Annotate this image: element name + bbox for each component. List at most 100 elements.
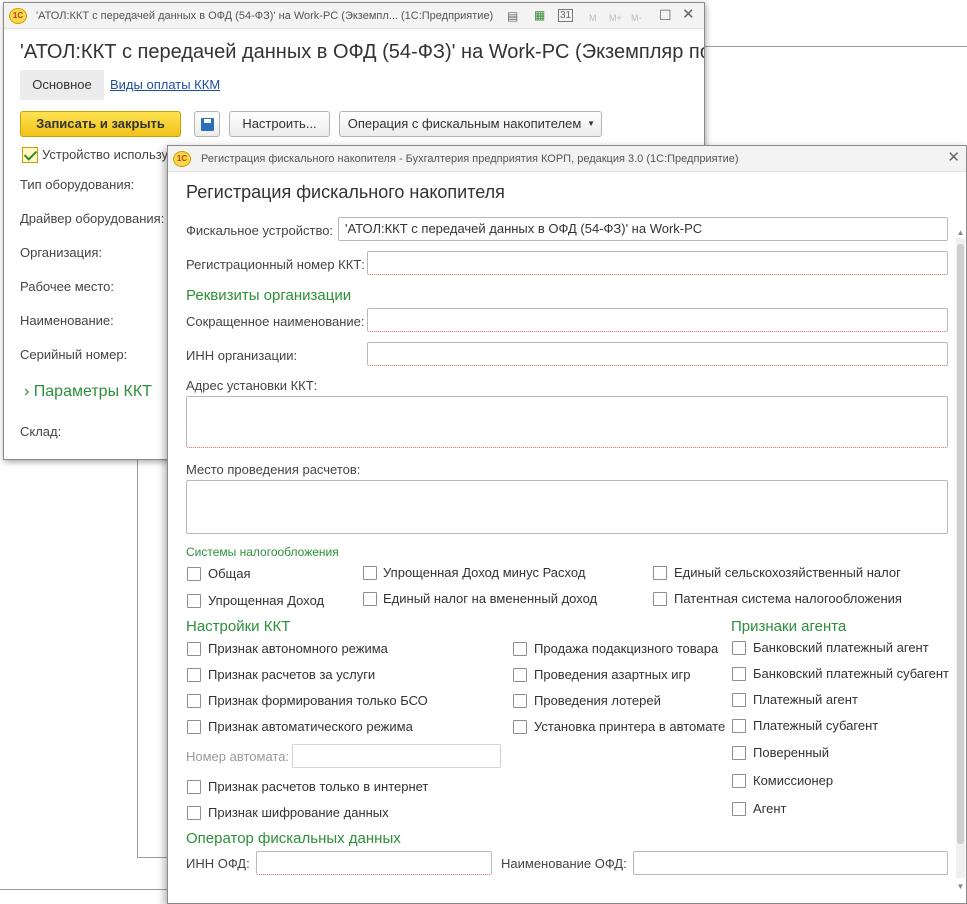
- page-title: 'АТОЛ:ККТ с передачей данных в ОФД (54-Ф…: [20, 41, 705, 63]
- tax-agricultural-checkbox[interactable]: [653, 566, 667, 580]
- close-icon[interactable]: ✕: [947, 150, 960, 165]
- save-button[interactable]: [194, 111, 220, 137]
- fiscal-device-label: Фискальное устройство:: [186, 223, 334, 238]
- tax-patent-label: Патентная система налогообложения: [674, 591, 902, 606]
- printer-in-machine-checkbox[interactable]: [513, 720, 527, 734]
- machine-number-input[interactable]: [292, 744, 501, 768]
- memory-minus-icon: M-: [631, 13, 642, 23]
- ofd-name-label: Наименование ОФД:: [501, 856, 627, 871]
- calendar-icon[interactable]: 31: [558, 9, 574, 22]
- fiscal-registration-dialog[interactable]: 1С Регистрация фискального накопителя - …: [167, 145, 967, 904]
- save-and-close-button[interactable]: Записать и закрыть: [20, 111, 181, 137]
- ofd-section-heading: Оператор фискальных данных: [186, 830, 401, 847]
- warehouse-label: Склад:: [20, 424, 62, 439]
- tax-imputed-label: Единый налог на вмененный доход: [383, 591, 598, 606]
- background-line: [137, 460, 138, 858]
- automatic-checkbox[interactable]: [187, 720, 201, 734]
- address-label: Адрес установки ККТ:: [186, 378, 318, 393]
- tax-imputed-checkbox[interactable]: [363, 592, 377, 606]
- internet-only-checkbox[interactable]: [187, 780, 201, 794]
- inn-input[interactable]: [367, 342, 948, 366]
- bso-only-label: Признак формирования только БСО: [208, 693, 428, 708]
- lottery-checkbox[interactable]: [513, 694, 527, 708]
- bso-only-checkbox[interactable]: [187, 694, 201, 708]
- lottery-label: Проведения лотерей: [534, 693, 661, 708]
- autonomous-label: Признак автономного режима: [208, 641, 388, 656]
- tax-general-checkbox[interactable]: [187, 567, 201, 581]
- automatic-label: Признак автоматического режима: [208, 719, 413, 734]
- ofd-name-input[interactable]: [633, 851, 948, 875]
- pay-subagent-checkbox[interactable]: [732, 719, 746, 733]
- agent-label: Агент: [753, 801, 787, 816]
- short-name-label: Сокращенное наименование:: [186, 314, 365, 329]
- tax-general-label: Общая: [208, 566, 251, 581]
- ofd-inn-input[interactable]: [256, 851, 492, 875]
- device-used-label: Устройство использу: [42, 147, 169, 162]
- gambling-checkbox[interactable]: [513, 668, 527, 682]
- address-textarea[interactable]: [186, 396, 948, 448]
- maximize-icon[interactable]: ☐: [659, 8, 672, 22]
- commissioner-label: Комиссионер: [753, 773, 834, 788]
- vertical-scrollbar[interactable]: [956, 238, 965, 878]
- tab-payment-types[interactable]: Виды оплаты ККМ: [110, 77, 220, 92]
- equipment-type-label: Тип оборудования:: [20, 177, 135, 192]
- close-icon[interactable]: ✕: [682, 7, 695, 22]
- 1c-logo-icon: 1С: [9, 8, 27, 24]
- scroll-down-icon[interactable]: ▼: [956, 882, 965, 892]
- organization-label: Организация:: [20, 245, 103, 260]
- short-name-input[interactable]: [367, 308, 948, 332]
- services-checkbox[interactable]: [187, 668, 201, 682]
- 1c-logo-icon: 1С: [173, 151, 191, 167]
- tax-simplified-income-checkbox[interactable]: [187, 594, 201, 608]
- autonomous-checkbox[interactable]: [187, 642, 201, 656]
- agent-section-heading: Признаки агента: [731, 618, 847, 635]
- pay-subagent-label: Платежный субагент: [753, 718, 879, 733]
- reg-number-label: Регистрационный номер ККТ:: [186, 257, 365, 272]
- fiscal-operation-label: Операция с фискальным накопителем: [347, 116, 582, 131]
- place-label: Место проведения расчетов:: [186, 462, 361, 477]
- bank-agent-checkbox[interactable]: [732, 641, 746, 655]
- pay-agent-checkbox[interactable]: [732, 693, 746, 707]
- tax-simplified-income-minus-label: Упрощенная Доход минус Расход: [383, 565, 586, 580]
- bank-agent-label: Банковский платежный агент: [753, 640, 929, 655]
- machine-number-label: Номер автомата:: [186, 749, 290, 764]
- bank-subagent-checkbox[interactable]: [732, 667, 746, 681]
- tax-simplified-income-minus-checkbox[interactable]: [363, 566, 377, 580]
- tax-simplified-income-label: Упрощенная Доход: [208, 593, 325, 608]
- encryption-checkbox[interactable]: [187, 806, 201, 820]
- commissioner-checkbox[interactable]: [732, 774, 746, 788]
- device-used-checkbox[interactable]: [22, 147, 38, 163]
- dialog-heading: Регистрация фискального накопителя: [186, 182, 505, 202]
- excise-label: Продажа подакцизного товара: [534, 641, 719, 656]
- chevron-right-icon: ›: [24, 383, 30, 400]
- excise-checkbox[interactable]: [513, 642, 527, 656]
- scrollbar-thumb[interactable]: [957, 244, 964, 844]
- printer-in-machine-label: Установка принтера в автомате: [534, 719, 726, 734]
- agent-checkbox[interactable]: [732, 802, 746, 816]
- fiscal-device-field[interactable]: 'АТОЛ:ККТ с передачей данных в ОФД (54-Ф…: [338, 217, 948, 241]
- gambling-label: Проведения азартных игр: [534, 667, 691, 682]
- services-label: Признак расчетов за услуги: [208, 667, 376, 682]
- scroll-up-icon[interactable]: ▲: [956, 228, 965, 238]
- dialog-titlebar[interactable]: 1С Регистрация фискального накопителя - …: [168, 146, 966, 172]
- encryption-label: Признак шифрование данных: [208, 805, 389, 820]
- place-textarea[interactable]: [186, 480, 948, 534]
- serial-number-label: Серийный номер:: [20, 347, 128, 362]
- fiscal-operation-button[interactable]: Операция с фискальным накопителем ▼: [339, 111, 602, 137]
- kkt-params-label: Параметры ККТ: [33, 383, 152, 400]
- reg-number-input[interactable]: [367, 251, 948, 275]
- equipment-driver-label: Драйвер оборудования:: [20, 211, 165, 226]
- configure-button[interactable]: Настроить...: [229, 111, 330, 137]
- calculator-icon[interactable]: ▦: [534, 8, 545, 22]
- kkt-params-section[interactable]: › Параметры ККТ: [24, 383, 152, 401]
- dialog-title: Регистрация фискального накопителя - Бух…: [201, 153, 739, 165]
- tab-basic[interactable]: Основное: [20, 70, 104, 100]
- save-icon: [201, 118, 214, 131]
- tax-patent-checkbox[interactable]: [653, 592, 667, 606]
- attorney-checkbox[interactable]: [732, 746, 746, 760]
- print-icon[interactable]: ▤: [507, 9, 518, 23]
- window-titlebar[interactable]: 1С 'АТОЛ:ККТ с передачей данных в ОФД (5…: [4, 3, 704, 29]
- memory-m-icon: M: [589, 13, 597, 23]
- window-title: 'АТОЛ:ККТ с передачей данных в ОФД (54-Ф…: [36, 10, 494, 22]
- background-line: [137, 857, 168, 858]
